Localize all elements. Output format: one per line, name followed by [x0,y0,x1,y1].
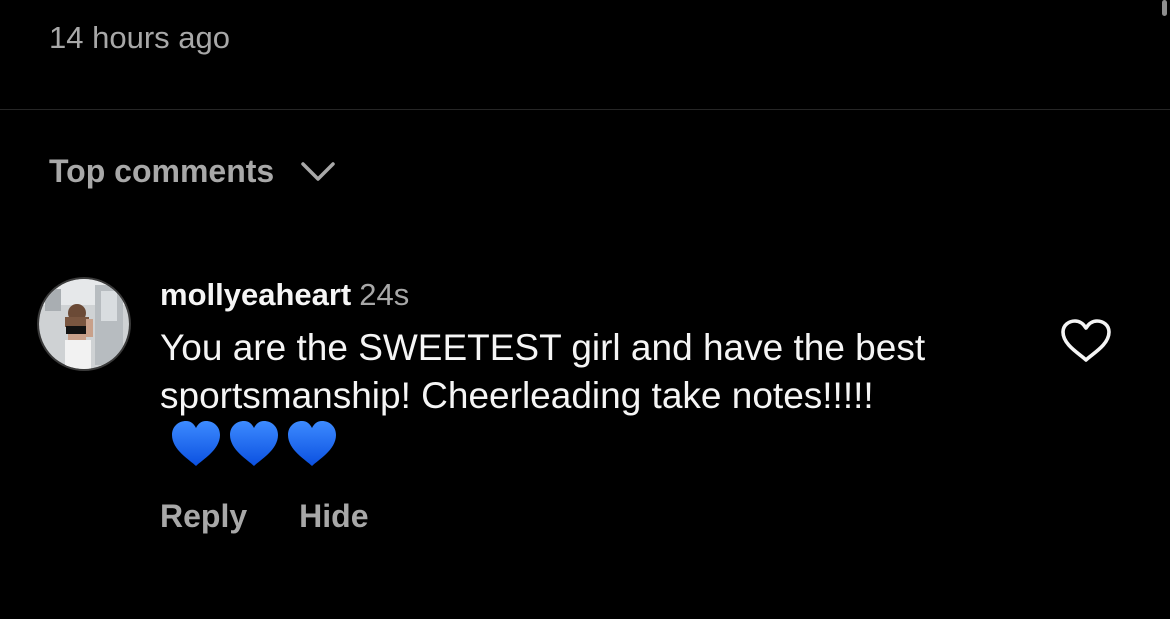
comment-text: You are the SWEETEST girl and have the b… [160,324,1020,473]
comment-header: mollyeaheart 24s [160,276,1020,314]
blue-heart-emojis: 💙 💙 💙 [170,420,338,468]
comment: mollyeaheart 24s You are the SWEETEST gir… [160,276,1020,473]
scrollbar[interactable] [1162,0,1167,16]
like-comment-button[interactable] [1059,318,1113,364]
blue-heart-icon [288,421,336,466]
divider [0,109,1170,110]
comment-actions: Reply Hide [160,498,368,535]
heart-outline-icon [1061,319,1111,362]
comment-text-content: You are the SWEETEST girl and have the b… [160,327,926,416]
comment-username[interactable]: mollyeaheart [160,277,351,312]
avatar[interactable] [37,277,131,371]
sort-comments-dropdown[interactable]: Top comments [49,150,338,192]
blue-heart-icon [230,421,278,466]
reply-button[interactable]: Reply [160,498,247,535]
blue-heart-icon [172,421,220,466]
comment-age: 24s [359,277,410,312]
hide-button[interactable]: Hide [299,498,368,535]
post-timestamp: 14 hours ago [49,20,230,55]
sort-label: Top comments [49,152,275,189]
chevron-down-icon [298,156,338,186]
